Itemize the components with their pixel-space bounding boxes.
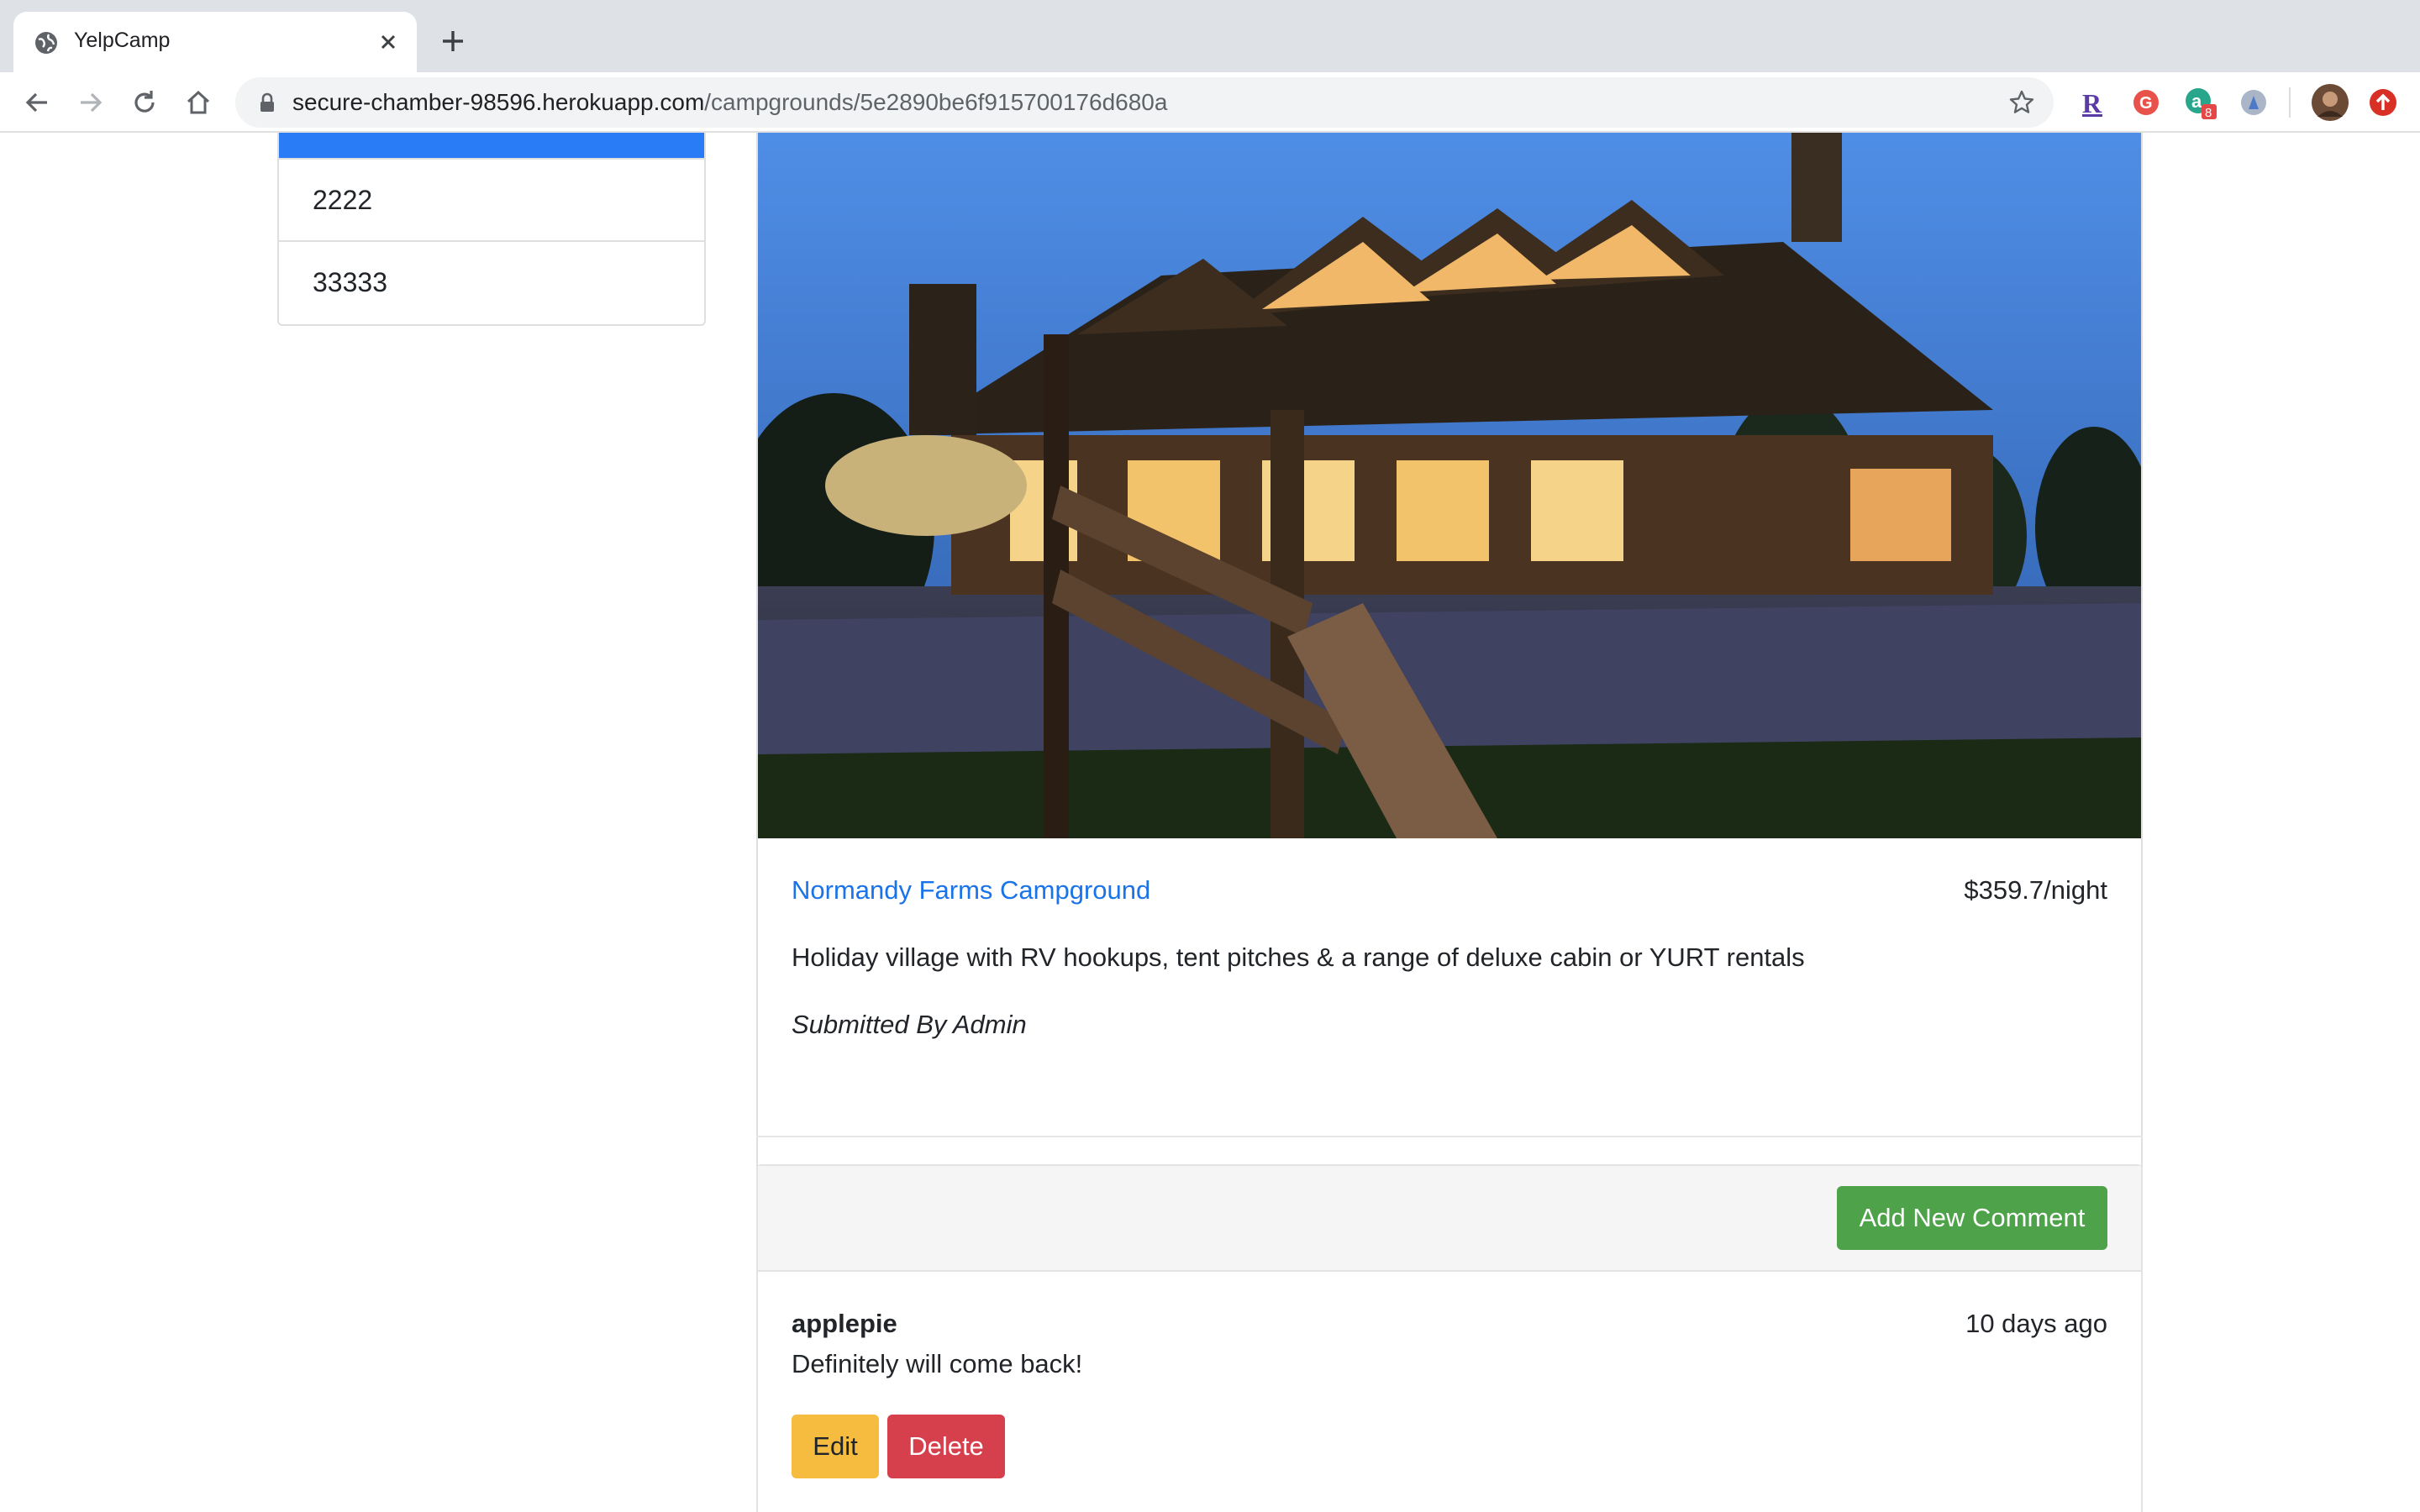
sidebar-item-active[interactable] xyxy=(279,133,704,160)
url-host: secure-chamber-98596.herokuapp.com xyxy=(292,89,705,115)
svg-text:a: a xyxy=(2191,91,2202,112)
edit-comment-button[interactable]: Edit xyxy=(792,1415,879,1478)
campground-image xyxy=(758,133,2141,838)
svg-text:R: R xyxy=(2082,88,2102,118)
reload-icon[interactable] xyxy=(129,87,160,118)
lock-icon xyxy=(260,92,274,112)
comment-timestamp: 10 days ago xyxy=(1965,1309,2107,1338)
browser-toolbar: secure-chamber-98596.herokuapp.com/campg… xyxy=(0,72,2420,133)
browser-tab[interactable]: YelpCamp xyxy=(13,12,417,72)
close-icon[interactable] xyxy=(376,30,400,54)
svg-text:G: G xyxy=(2139,94,2153,113)
new-tab-plus-icon[interactable] xyxy=(439,27,467,55)
sidebar-item-33333[interactable]: 33333 xyxy=(279,242,704,324)
campground-name-link[interactable]: Normandy Farms Campground xyxy=(792,875,1150,906)
main-column: Normandy Farms Campground $359.7/night H… xyxy=(756,133,2143,1512)
bookmark-star-icon[interactable] xyxy=(2008,89,2035,116)
back-arrow-icon[interactable] xyxy=(22,87,52,118)
r-extension-icon[interactable]: R xyxy=(2075,86,2109,119)
extension-badge: 8 xyxy=(2205,106,2212,119)
globe-icon xyxy=(35,32,57,54)
comments-panel: Add New Comment applepie 10 days ago Def… xyxy=(756,1164,2143,1512)
campground-price: $359.7/night xyxy=(1964,875,2107,905)
delete-comment-button[interactable]: Delete xyxy=(887,1415,1005,1478)
profile-avatar[interactable] xyxy=(2311,83,2349,122)
sidebar-item-2222[interactable]: 2222 xyxy=(279,160,704,242)
url-path: /campgrounds/5e2890be6f915700176d680a xyxy=(704,89,1168,115)
url-text[interactable]: secure-chamber-98596.herokuapp.com/campg… xyxy=(292,89,1167,116)
page-content: 2222 33333 Normandy Farms Campground $35… xyxy=(0,133,2420,1512)
update-arrow-icon[interactable] xyxy=(2366,86,2400,119)
comments-header: Add New Comment xyxy=(758,1166,2141,1272)
grammarly-extension-icon[interactable]: G xyxy=(2129,86,2163,119)
home-icon[interactable] xyxy=(183,87,213,118)
add-comment-button[interactable]: Add New Comment xyxy=(1837,1186,2107,1250)
forward-arrow-icon[interactable] xyxy=(76,87,106,118)
comment-author: applepie xyxy=(792,1309,897,1338)
address-bar[interactable]: secure-chamber-98596.herokuapp.com/campg… xyxy=(235,77,2054,128)
campground-description: Holiday village with RV hookups, tent pi… xyxy=(792,942,1805,972)
sidebar-list: 2222 33333 xyxy=(277,133,706,326)
tab-strip: YelpCamp xyxy=(0,0,2420,72)
section-divider xyxy=(756,1136,2143,1137)
tab-title: YelpCamp xyxy=(74,29,171,52)
toolbar-separator xyxy=(2289,87,2291,118)
a-extension-icon[interactable]: a 8 xyxy=(2183,86,2217,119)
campground-author: Submitted By Admin xyxy=(792,1010,1027,1039)
campground-card: Normandy Farms Campground $359.7/night H… xyxy=(756,133,2143,1242)
compass-extension-icon[interactable] xyxy=(2237,86,2270,119)
comment-text: Definitely will come back! xyxy=(792,1349,1083,1378)
